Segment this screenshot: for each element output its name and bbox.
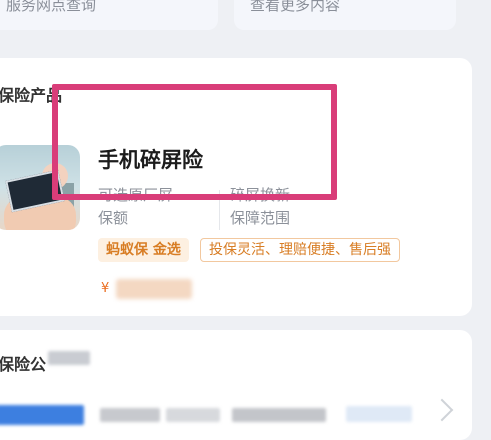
- section2-title-text: 保险公: [0, 355, 47, 374]
- company-info-blurred-4: [346, 406, 412, 422]
- section2-title-blurred: [48, 351, 91, 365]
- company-info-blurred-2: [166, 408, 220, 422]
- company-logo-blurred[interactable]: [0, 405, 84, 425]
- coverage-amount-label: 保额: [98, 209, 129, 227]
- price-value-blurred: [116, 279, 192, 299]
- price-currency-symbol: ¥: [101, 281, 110, 296]
- company-info-blurred-1: [100, 408, 160, 422]
- section2-title: 保险公: [0, 351, 91, 375]
- coverage-scope-label: 保障范围: [230, 209, 291, 227]
- features-tag: 投保灵活、理赔便捷、售后强: [200, 238, 400, 262]
- brand-badge: 蚂蚁保 金选: [98, 238, 189, 262]
- highlight-annotation-box: [52, 84, 337, 200]
- service-outlet-query-label: 服务网点查询: [6, 0, 97, 14]
- view-more-content-label: 查看更多内容: [250, 0, 341, 14]
- company-info-blurred-3: [232, 408, 326, 422]
